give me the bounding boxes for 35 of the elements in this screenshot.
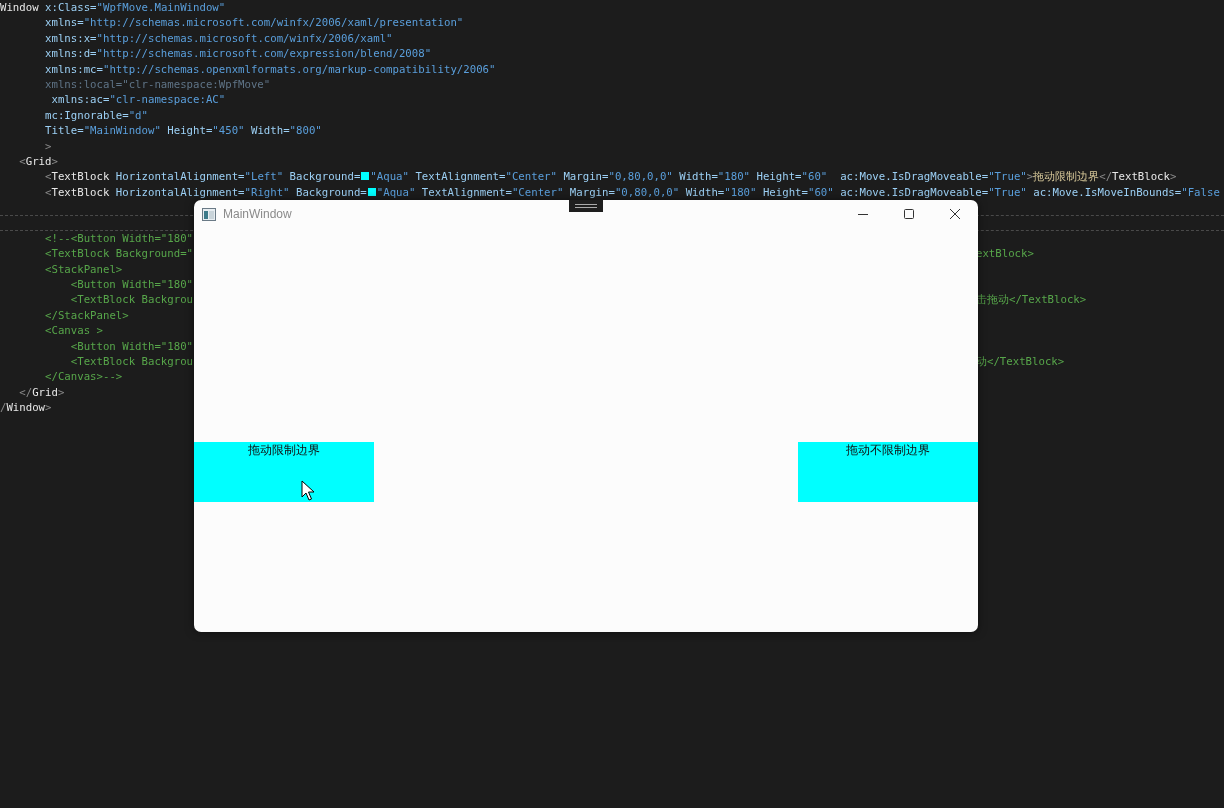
code-line: xmlns="http://schemas.microsoft.com/winfx/2006/xaml/presentation" <box>45 16 464 30</box>
code-line: 击拖动</TextBlock> <box>976 292 1087 308</box>
code-line: extBlock> <box>976 246 1034 262</box>
drag-block[interactable]: 拖动不限制边界 <box>798 442 978 502</box>
code-line: /Window> <box>0 401 52 415</box>
code-line: > <box>45 139 52 153</box>
code-line: mc:Ignorable="d" <box>45 108 148 122</box>
window-icon <box>202 207 216 221</box>
code-line: <TextBlock Background=" <box>45 247 194 261</box>
code-line: <Canvas > <box>45 324 103 338</box>
code-line: </StackPanel> <box>45 308 129 322</box>
code-line: <Button Width="180" <box>70 339 194 353</box>
code-line: <!--<Button Width="180" <box>45 231 194 245</box>
maximize-icon <box>903 208 915 220</box>
code-line: Title="MainWindow" Height="450" Width="800" <box>45 124 322 138</box>
close-icon <box>949 208 961 220</box>
code-line: xmlns:d="http://schemas.microsoft.com/expression/blend/2008" <box>45 47 432 61</box>
code-line: Window x:Class="WpfMove.MainWindow" <box>0 1 226 14</box>
code-line: <TextBlock Backgrou <box>70 355 194 368</box>
code-line: <TextBlock Backgrou <box>70 293 194 307</box>
code-line: <Grid> <box>19 154 58 168</box>
code-line: </Canvas>--> <box>45 370 123 384</box>
code-line: xmlns:mc="http://schemas.openxmlformats.org/markup-compatibility/2006" <box>45 62 496 76</box>
code-line: <TextBlock HorizontalAlignment="Right" Background= "Aqua" TextAlignment="Center" Margin="0,80,0,0" Width="180" Height="60" ac:Move.IsDragMoveable="True" ac:Move.IsMoveInBounds="False <box>45 185 1220 199</box>
code-line: xmlns:x="http://schemas.microsoft.com/winfx/2006/xaml" <box>45 31 393 45</box>
code-line: xmlns:local="clr-namespace:WpfMove" <box>45 77 271 91</box>
cursor-icon <box>301 480 315 501</box>
handle-icon[interactable] <box>569 200 603 212</box>
code-line: </Grid> <box>19 385 65 399</box>
code-line: <StackPanel> <box>45 262 123 276</box>
code-line: <Button Width="180" <box>70 278 194 292</box>
code-line: xmlns:ac="clr-namespace:AC" <box>51 93 226 107</box>
window-title: MainWindow <box>223 207 292 221</box>
drag-block[interactable]: 拖动限制边界 <box>194 442 374 502</box>
code-line: <TextBlock HorizontalAlignment="Left" Background= "Aqua" TextAlignment="Center" Margin="0,80,0,0" Width="180" Height="60" ac:Move.IsDragMoveable="True">拖动限制边界</TextBlock> <box>45 170 1177 184</box>
